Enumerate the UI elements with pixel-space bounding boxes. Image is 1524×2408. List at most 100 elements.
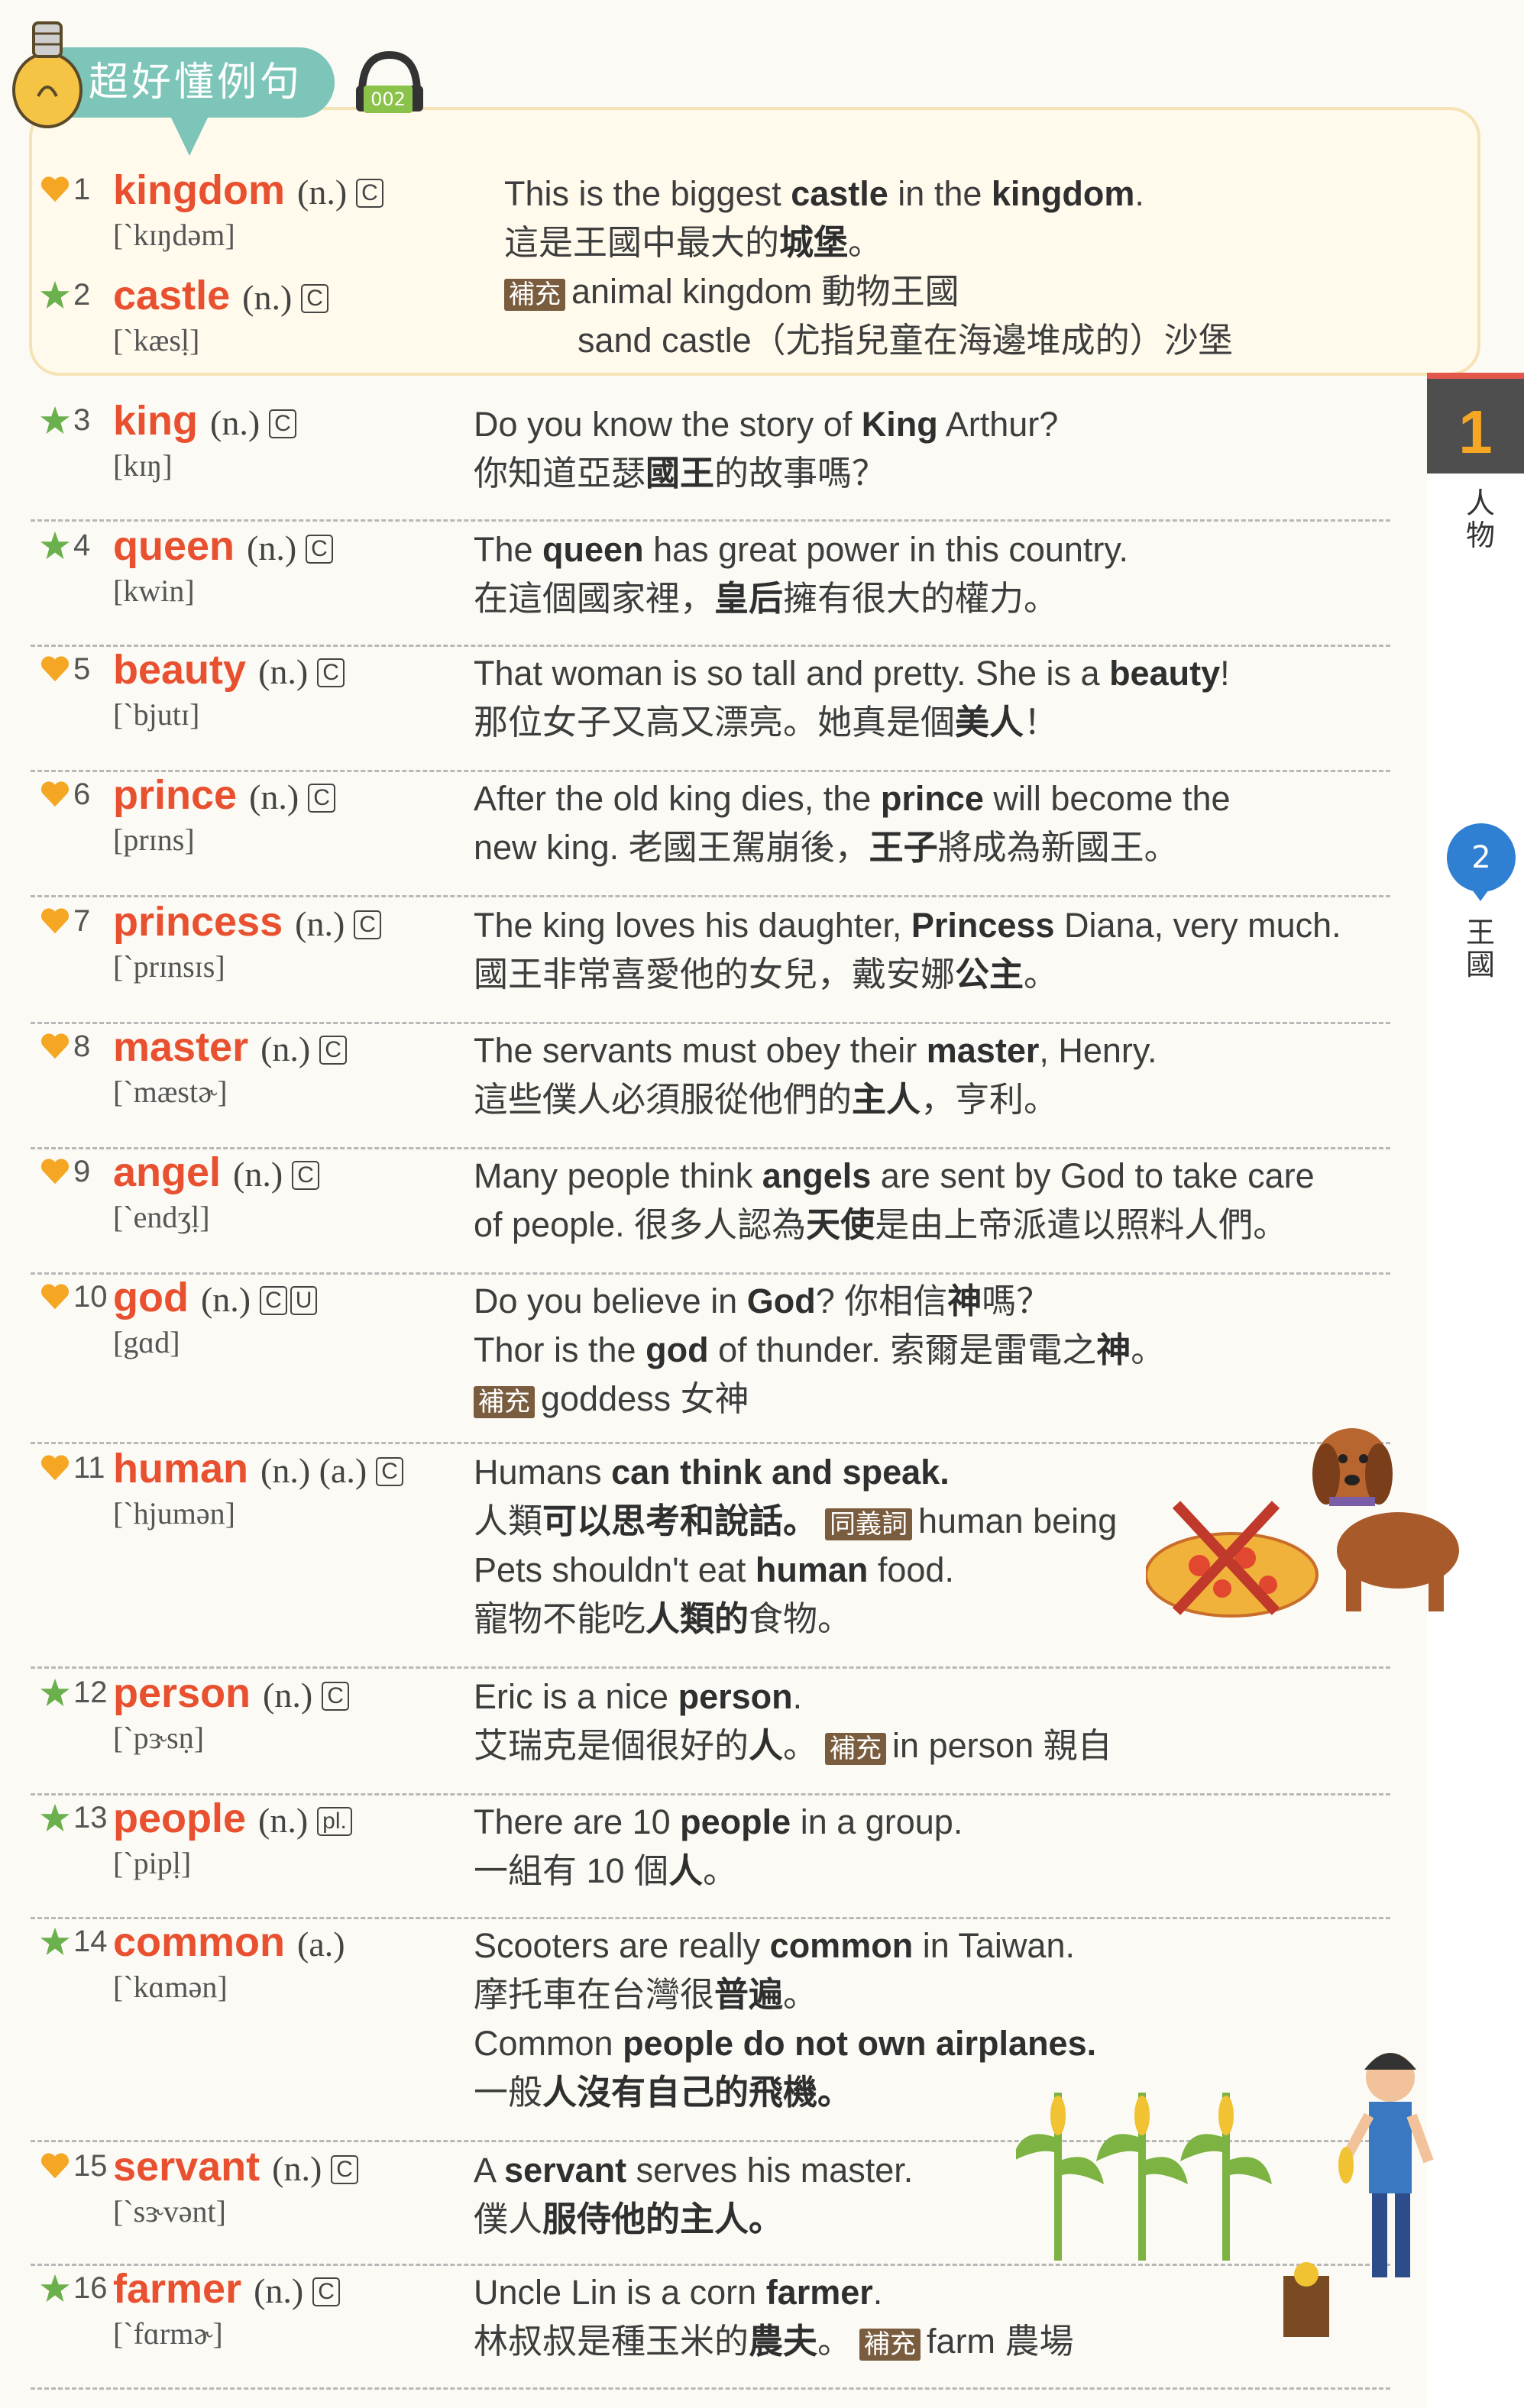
sentence-text: 。 (1131, 1330, 1166, 1369)
part-of-speech: (n.) (258, 1801, 309, 1840)
sentence-text: in the (888, 174, 992, 213)
sentence-text: serves his master. (626, 2151, 914, 2190)
example-sentences: Eric is a nice person. 艾瑞克是個很好的人。 補充 in per… (474, 1673, 1390, 1770)
part-of-speech: (n.) (272, 2149, 322, 2188)
sentence-text: Diana, very much. (1054, 906, 1341, 945)
sentence-text: The servants must obey their (474, 1031, 927, 1070)
sentence-text: This is the biggest (504, 174, 791, 213)
sentence-text: . (792, 1677, 803, 1716)
highlight-word: common (769, 1926, 914, 1965)
headword-text[interactable]: person (113, 1670, 251, 1716)
entry-number: 15 (73, 2149, 108, 2183)
headword-text[interactable]: princess (113, 899, 283, 945)
part-of-speech: (n.) (254, 2271, 304, 2310)
heart-icon (40, 2153, 70, 2179)
sentence-text: Humans (474, 1453, 602, 1492)
heart-icon (40, 1033, 70, 1059)
pronunciation: [ˋkæsḷ] (113, 323, 200, 357)
entry-number: 8 (73, 1029, 91, 1063)
highlight-word: god (646, 1330, 709, 1369)
pronunciation: [ˋkɪŋdəm] (113, 218, 235, 252)
headword-text[interactable]: master (113, 1024, 248, 1070)
pronunciation: [ˋfɑrmɚ] (113, 2316, 223, 2351)
sentence-text: The king loves his daughter, (474, 906, 911, 945)
part-of-speech: (n.) (a.) (260, 1451, 367, 1490)
sentence-text: new king. 老國王駕崩後， (474, 828, 869, 867)
headword-text[interactable]: beauty (113, 647, 246, 693)
grammar-box: C (306, 534, 333, 564)
grammar-box: U (290, 1285, 318, 1315)
grammar-box: C (269, 409, 296, 438)
sentence-text: 。 (703, 1851, 738, 1890)
grammar-box: C (301, 283, 328, 313)
sentence-text: Eric is a nice (474, 1677, 678, 1716)
sentence-text: Scooters are really (474, 1926, 770, 1965)
headword: princess (n.) C (113, 898, 381, 945)
example-sentences: Do you know the story of King Arthur? 你知道… (474, 400, 1390, 498)
sentence-text: 寵物不能吃 (474, 1599, 646, 1638)
headword-text[interactable]: servant (113, 2144, 260, 2190)
sentence-text: 食物。 (749, 1599, 853, 1638)
headword-text[interactable]: prince (113, 772, 237, 818)
example-sentences: The king loves his daughter, Princess Di… (474, 901, 1390, 999)
highlight-word: 人 (749, 1726, 784, 1765)
sentence-text: 擁有很大的權力。 (783, 579, 1059, 618)
example-sentences: After the old king dies, the prince will… (474, 774, 1390, 872)
headword-text[interactable]: human (113, 1446, 248, 1492)
inline-tag: 補充 (825, 1733, 887, 1765)
sentence-text: 。 (817, 2322, 853, 2361)
highlight-word: 國王 (646, 454, 715, 493)
headword-text[interactable]: farmer (113, 2266, 241, 2312)
part-of-speech: (n.) (260, 1029, 311, 1068)
sentence-text: Pets shouldn't eat (474, 1550, 756, 1589)
sentence-text: food. (868, 1550, 954, 1589)
headword: god (n.) C U (113, 1274, 318, 1321)
pronunciation: [ˋprɪnsɪs] (113, 949, 225, 984)
headword-text[interactable]: queen (113, 523, 235, 569)
highlight-word: servant (504, 2151, 627, 2190)
vocab-entry: 5 beauty (n.) C [ˋbjutɪ] That woman is so tal… (31, 646, 1390, 772)
headword: person (n.) C (113, 1669, 349, 1717)
lightbulb-icon (12, 21, 83, 128)
sentence-text: The (474, 530, 543, 569)
sentence-text: Thor is the (474, 1330, 646, 1369)
sentence-text: 人類 (474, 1501, 543, 1540)
sentence-text: 。 (848, 223, 883, 262)
headword-text[interactable]: kingdom (113, 167, 285, 213)
sentence-text: After the old king dies, the (474, 779, 881, 818)
pronunciation: [ˋmæstɚ] (113, 1075, 228, 1109)
entry-number: 6 (73, 777, 91, 811)
chapter-label: 人物 (1465, 486, 1495, 552)
entry-number: 12 (73, 1676, 108, 1709)
sentence-text: 將成為新國王。 (937, 828, 1179, 867)
sentence-text: 的故事嗎？ (714, 454, 887, 493)
grammar-box: C (292, 1160, 319, 1190)
entry-number: 11 (73, 1451, 105, 1485)
headword-text[interactable]: common (113, 1919, 285, 1965)
headword-text[interactable]: castle (113, 273, 230, 318)
headword-text[interactable]: people (113, 1795, 246, 1841)
vocab-entry: 6 prince (n.) C [prɪns] After the old king di… (31, 771, 1390, 897)
highlight-word: 天使 (806, 1205, 875, 1244)
pronunciation: [ˋendʒḷ] (113, 1200, 210, 1234)
star-icon (40, 406, 70, 435)
headword-text[interactable]: angel (113, 1149, 221, 1195)
supplement-tag: 補充 (474, 1386, 535, 1418)
highlight-word: farmer (765, 2273, 873, 2312)
sentence-text: 。 (783, 1726, 818, 1765)
sentence-text: in Taiwan. (913, 1926, 1075, 1965)
headword-text[interactable]: god (113, 1275, 189, 1320)
audio-track-label[interactable]: 002 (364, 86, 413, 113)
entry-number: 4 (73, 528, 91, 562)
headword: master (n.) C (113, 1023, 347, 1071)
part-of-speech: (n.) (263, 1676, 313, 1715)
entry-number: 5 (73, 652, 91, 686)
sentence-text: . (872, 2273, 883, 2312)
vocab-entry: 9 angel (n.) C [ˋendʒḷ] Many people think ang… (31, 1149, 1390, 1275)
sentence-text: 這些僕人必須服從他們的 (474, 1080, 853, 1119)
grammar-box: C (312, 2277, 340, 2306)
example-sentences: The queen has great power in this countr… (474, 525, 1390, 623)
section-number-badge[interactable]: 2 (1447, 823, 1516, 892)
pronunciation: [ˋkɑmən] (113, 1970, 228, 2004)
headword-text[interactable]: king (113, 398, 198, 444)
